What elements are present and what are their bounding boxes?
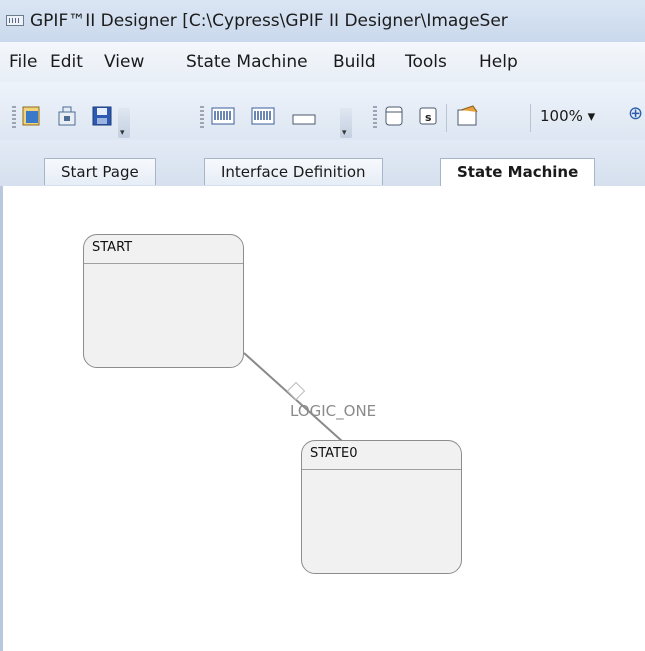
toolbar-overflow-button[interactable] — [118, 108, 130, 138]
tab-strip: Start Page Interface Definition State Ma… — [0, 140, 645, 187]
zoom-in-icon[interactable]: ⊕ — [628, 103, 643, 124]
state-state0[interactable]: STATE0 — [301, 440, 462, 574]
zoom-value: 100% — [540, 107, 583, 125]
transition-label[interactable]: LOGIC_ONE — [290, 402, 376, 420]
state-machine-canvas[interactable]: START STATE0 LOGIC_ONE — [0, 186, 645, 651]
menu-bar: File Edit View State Machine Build Tools… — [0, 42, 645, 82]
toolbar-grip[interactable] — [200, 106, 204, 130]
menu-file[interactable]: File — [9, 52, 37, 72]
state-divider — [302, 469, 461, 470]
state-name: STATE0 — [310, 446, 358, 461]
title-bar: GPIF™II Designer [C:\Cypress\GPIF II Des… — [0, 0, 645, 42]
tab-interface-definition[interactable]: Interface Definition — [204, 158, 383, 185]
tab-state-machine[interactable]: State Machine — [440, 158, 596, 186]
state-icon[interactable] — [382, 104, 406, 128]
toolbar: s 100% ▾ ⊕ — [0, 82, 645, 140]
save-icon[interactable] — [90, 104, 114, 128]
app-logo-icon — [6, 15, 24, 26]
new-project-icon[interactable] — [20, 104, 44, 128]
window-title: GPIF™II Designer [C:\Cypress\GPIF II Des… — [30, 11, 508, 31]
state-name: START — [92, 240, 133, 255]
zoom-dropdown[interactable]: 100% ▾ — [540, 107, 595, 125]
toolbar-separator — [530, 104, 531, 132]
bus-width-icon[interactable] — [210, 104, 235, 128]
state-start[interactable]: START — [83, 234, 244, 368]
menu-view[interactable]: View — [104, 52, 144, 72]
svg-text:s: s — [425, 111, 432, 124]
menu-build[interactable]: Build — [333, 52, 376, 72]
state-divider — [84, 263, 243, 264]
notepad-icon[interactable] — [455, 104, 479, 128]
tab-start-page[interactable]: Start Page — [44, 158, 156, 185]
menu-tools[interactable]: Tools — [405, 52, 447, 72]
toolbar-separator — [446, 104, 447, 132]
menu-help[interactable]: Help — [479, 52, 518, 72]
open-project-icon[interactable] — [55, 104, 79, 128]
signal-icon[interactable] — [290, 104, 316, 128]
toolbar-overflow-button[interactable] — [340, 108, 352, 138]
toolbar-grip[interactable] — [12, 106, 16, 130]
transition-handle[interactable] — [286, 381, 306, 401]
bus-config-icon[interactable] — [250, 104, 275, 128]
menu-edit[interactable]: Edit — [50, 52, 83, 72]
menu-state-machine[interactable]: State Machine — [186, 52, 308, 72]
state-s-icon[interactable]: s — [416, 104, 440, 128]
toolbar-grip[interactable] — [373, 106, 377, 130]
